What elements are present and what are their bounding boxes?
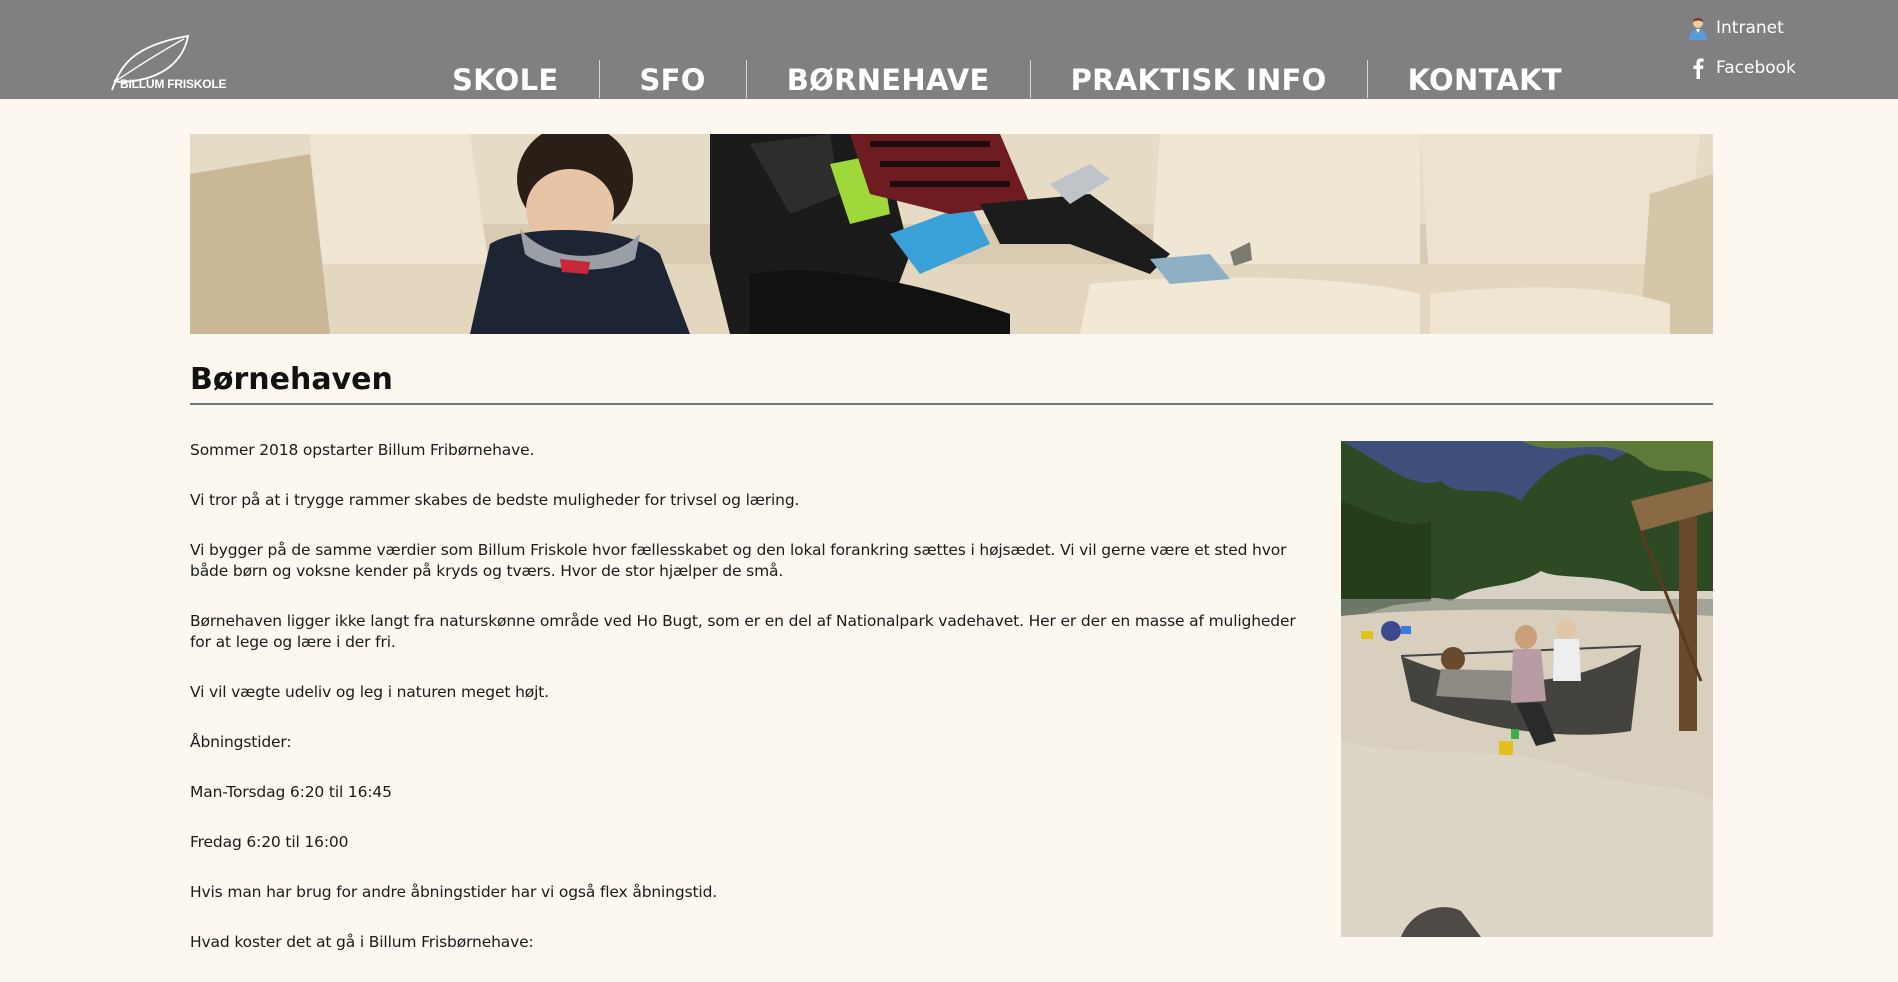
- paragraph: Børnehaven ligger ikke langt fra natursk…: [190, 612, 1296, 651]
- site-logo[interactable]: BILLUM FRISKOLE: [106, 32, 227, 94]
- title-divider: [190, 403, 1713, 405]
- header-links: Intranet Facebook: [1686, 14, 1796, 94]
- paragraph: Hvad koster det at gå i Billum Frisbørne…: [190, 933, 534, 951]
- nav-item-kontakt[interactable]: KONTAKT: [1366, 60, 1602, 98]
- paragraph: Hvis man har brug for andre åbningstider…: [190, 883, 718, 901]
- facebook-link[interactable]: Facebook: [1686, 54, 1796, 82]
- paragraph: Man-Torsdag 6:20 til 16:45: [190, 783, 392, 801]
- paragraph: Vi vil vægte udeliv og leg i naturen meg…: [190, 683, 549, 701]
- intranet-label: Intranet: [1716, 18, 1784, 38]
- main-nav: SKOLE SFO BØRNEHAVE PRAKTISK INFO KONTAK…: [412, 60, 1602, 100]
- playground-photo: [1341, 441, 1713, 937]
- facebook-label: Facebook: [1716, 58, 1796, 78]
- logo-text: BILLUM FRISKOLE: [120, 77, 227, 91]
- user-icon: [1686, 16, 1710, 40]
- paragraph: Vi tror på at i trygge rammer skabes de …: [190, 491, 800, 509]
- main-content: Sommer 2018 opstarter Billum Fribørnehav…: [190, 440, 1300, 982]
- paragraph: Åbningstider:: [190, 733, 292, 751]
- paragraph: Fredag 6:20 til 16:00: [190, 833, 349, 851]
- nav-item-bornehave[interactable]: BØRNEHAVE: [745, 60, 1030, 98]
- paragraph: Vi bygger på de samme værdier som Billum…: [190, 541, 1287, 580]
- paragraph: Sommer 2018 opstarter Billum Fribørnehav…: [190, 441, 535, 459]
- site-header: BILLUM FRISKOLE SKOLE SFO BØRNEHAVE PRAK…: [0, 0, 1898, 99]
- nav-item-skole[interactable]: SKOLE: [412, 60, 599, 98]
- nav-item-sfo[interactable]: SFO: [598, 60, 746, 98]
- page-title: Børnehaven: [190, 362, 393, 397]
- nav-item-praktisk-info[interactable]: PRAKTISK INFO: [1029, 60, 1367, 98]
- intranet-link[interactable]: Intranet: [1686, 14, 1796, 42]
- facebook-icon: [1686, 56, 1710, 80]
- banner-image: [190, 134, 1713, 334]
